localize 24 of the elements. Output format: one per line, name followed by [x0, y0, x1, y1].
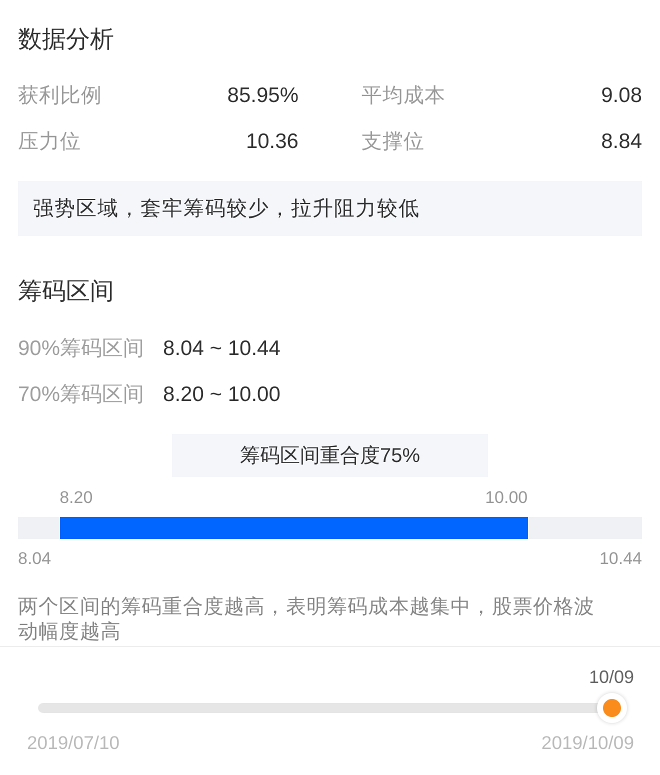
- range-end-label: 10.00: [485, 487, 528, 509]
- range-label: 70%筹码区间: [18, 382, 144, 408]
- section-title: 数据分析: [18, 25, 114, 55]
- end-date-label: 2019/10/09: [541, 731, 634, 755]
- metric-label: 压力位: [18, 129, 81, 155]
- metric-value: 10.36: [246, 129, 298, 155]
- summary-text: 强势区域，套牢筹码较少，拉升阻力较低: [33, 196, 420, 222]
- range-start-label: 8.20: [60, 487, 93, 509]
- range-label: 90%筹码区间: [18, 336, 144, 362]
- current-date-label: 10/09: [588, 666, 634, 689]
- range-value: 8.04 ~ 10.44: [163, 336, 280, 362]
- overlap-text: 筹码区间重合度75%: [240, 444, 420, 468]
- range-value: 8.20 ~ 10.00: [163, 382, 280, 408]
- section-title: 筹码区间: [18, 277, 114, 307]
- metric-label: 获利比例: [18, 83, 102, 109]
- range-max-label: 10.44: [599, 548, 642, 570]
- start-date-label: 2019/07/10: [27, 731, 120, 755]
- metric-value: 85.95%: [227, 83, 298, 109]
- metric-value: 8.84: [601, 129, 642, 155]
- range-min-label: 8.04: [18, 548, 52, 570]
- metric-label: 平均成本: [362, 83, 446, 109]
- note-text: 两个区间的筹码重合度越高，表明筹码成本越集中，股票价格波动幅度越高: [18, 595, 596, 645]
- metric-label: 支撑位: [362, 129, 424, 155]
- metric-value: 9.08: [601, 83, 642, 109]
